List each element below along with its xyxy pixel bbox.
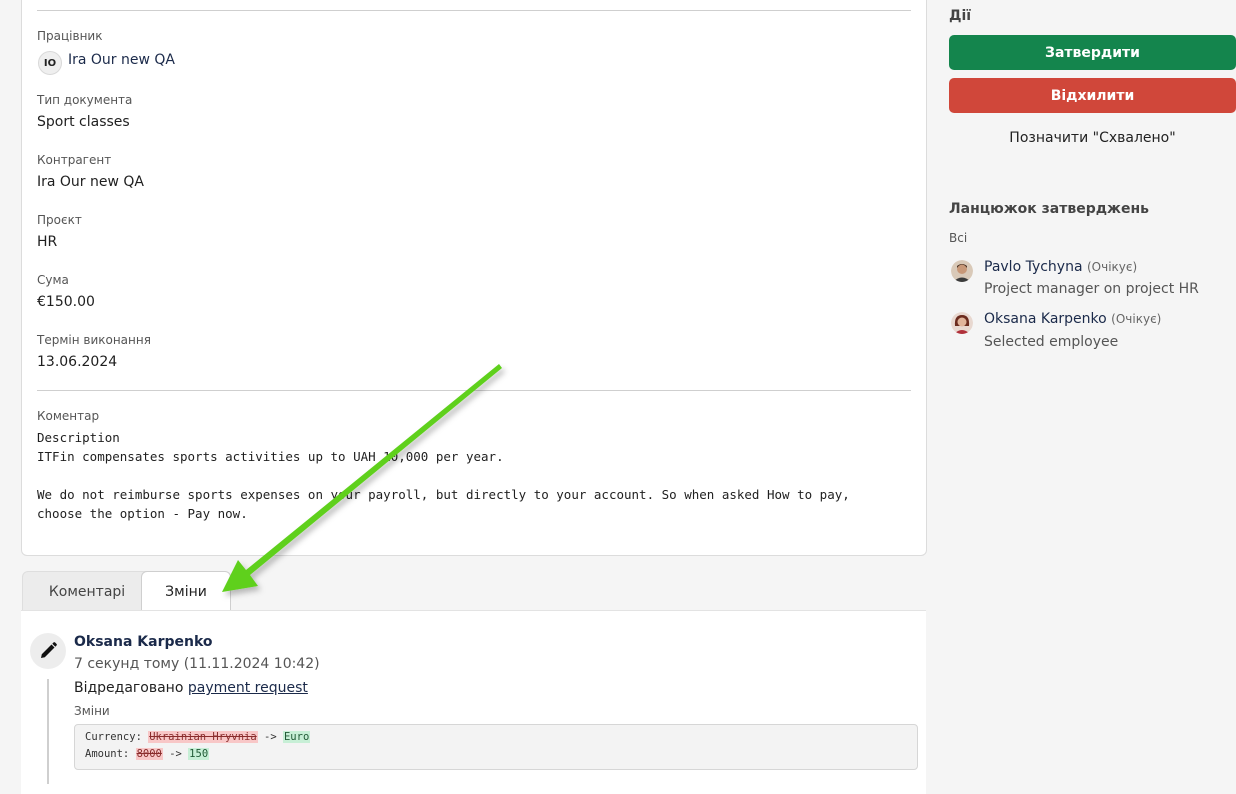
history-action-text: Відредаговано xyxy=(74,680,188,696)
approver-2[interactable]: Oksana Karpenko (Очікує) xyxy=(984,311,1161,327)
diff-separator: -> xyxy=(257,731,283,743)
project-value: HR xyxy=(37,234,58,250)
diff-old-value: Ukrainian Hryvnia xyxy=(148,731,258,743)
timeline-line xyxy=(47,679,49,784)
comment-line: We do not reimburse sports expenses on y… xyxy=(37,487,850,502)
amount-label: Сума xyxy=(37,273,69,287)
history-author: Oksana Karpenko xyxy=(74,634,213,650)
comment-line: Description xyxy=(37,430,120,445)
approver-status: (Очікує) xyxy=(1087,260,1138,274)
approver-1[interactable]: Pavlo Tychyna (Очікує) xyxy=(984,259,1137,275)
comment-line: choose the option - Pay now. xyxy=(37,506,248,521)
diff-field: Amount: xyxy=(85,748,136,760)
reject-button[interactable]: Відхилити xyxy=(949,78,1236,113)
counterparty-label: Контрагент xyxy=(37,153,112,167)
approver-role: Selected employee xyxy=(984,334,1119,350)
approval-chain-title: Ланцюжок затверджень xyxy=(949,201,1149,217)
mark-approved-button[interactable]: Позначити "Схвалено" xyxy=(949,121,1236,155)
approver-role: Project manager on project HR xyxy=(984,281,1199,297)
diff-box: Currency: Ukrainian Hryvnia -> Euro Amou… xyxy=(74,724,918,770)
approve-button[interactable]: Затвердити xyxy=(949,35,1236,70)
diff-old-value: 8000 xyxy=(135,748,163,760)
due-date-value: 13.06.2024 xyxy=(37,354,118,370)
tab-comments[interactable]: Коментарі xyxy=(22,571,152,611)
approver-name: Pavlo Tychyna xyxy=(984,259,1083,275)
history-changes-label: Зміни xyxy=(74,704,110,718)
comment-label: Коментар xyxy=(37,409,100,423)
diff-separator: -> xyxy=(162,748,189,760)
project-label: Проєкт xyxy=(37,213,82,227)
diff-row: Currency: Ukrainian Hryvnia -> Euro xyxy=(85,731,311,743)
actions-title: Дії xyxy=(949,8,972,24)
diff-field: Currency: xyxy=(85,731,149,743)
doc-type-value: Sport classes xyxy=(37,114,130,130)
avatar xyxy=(951,260,973,282)
tab-changes[interactable]: Зміни xyxy=(141,571,231,611)
request-details-card xyxy=(21,0,927,556)
due-date-label: Термін виконання xyxy=(37,333,151,347)
amount-value: €150.00 xyxy=(37,294,95,310)
approver-status: (Очікує) xyxy=(1111,312,1162,326)
counterparty-value: Ira Our new QA xyxy=(37,174,144,190)
history-action: Відредаговано payment request xyxy=(74,680,308,696)
employee-avatar: IO xyxy=(38,51,62,75)
diff-row: Amount: 8000 -> 150 xyxy=(85,748,210,760)
approver-name: Oksana Karpenko xyxy=(984,311,1107,327)
comment-line: ITFin compensates sports activities up t… xyxy=(37,449,504,464)
diff-new-value: 150 xyxy=(188,748,210,760)
employee-name[interactable]: Ira Our new QA xyxy=(68,52,175,68)
approval-chain-filter[interactable]: Всі xyxy=(949,231,967,245)
divider xyxy=(37,390,911,391)
payment-request-link[interactable]: payment request xyxy=(188,680,308,696)
history-timestamp: 7 секунд тому (11.11.2024 10:42) xyxy=(74,656,320,672)
employee-label: Працівник xyxy=(37,29,103,43)
doc-type-label: Тип документа xyxy=(37,93,133,107)
divider xyxy=(37,10,911,11)
avatar xyxy=(951,312,973,334)
diff-new-value: Euro xyxy=(282,731,311,743)
pencil-icon xyxy=(30,633,66,669)
